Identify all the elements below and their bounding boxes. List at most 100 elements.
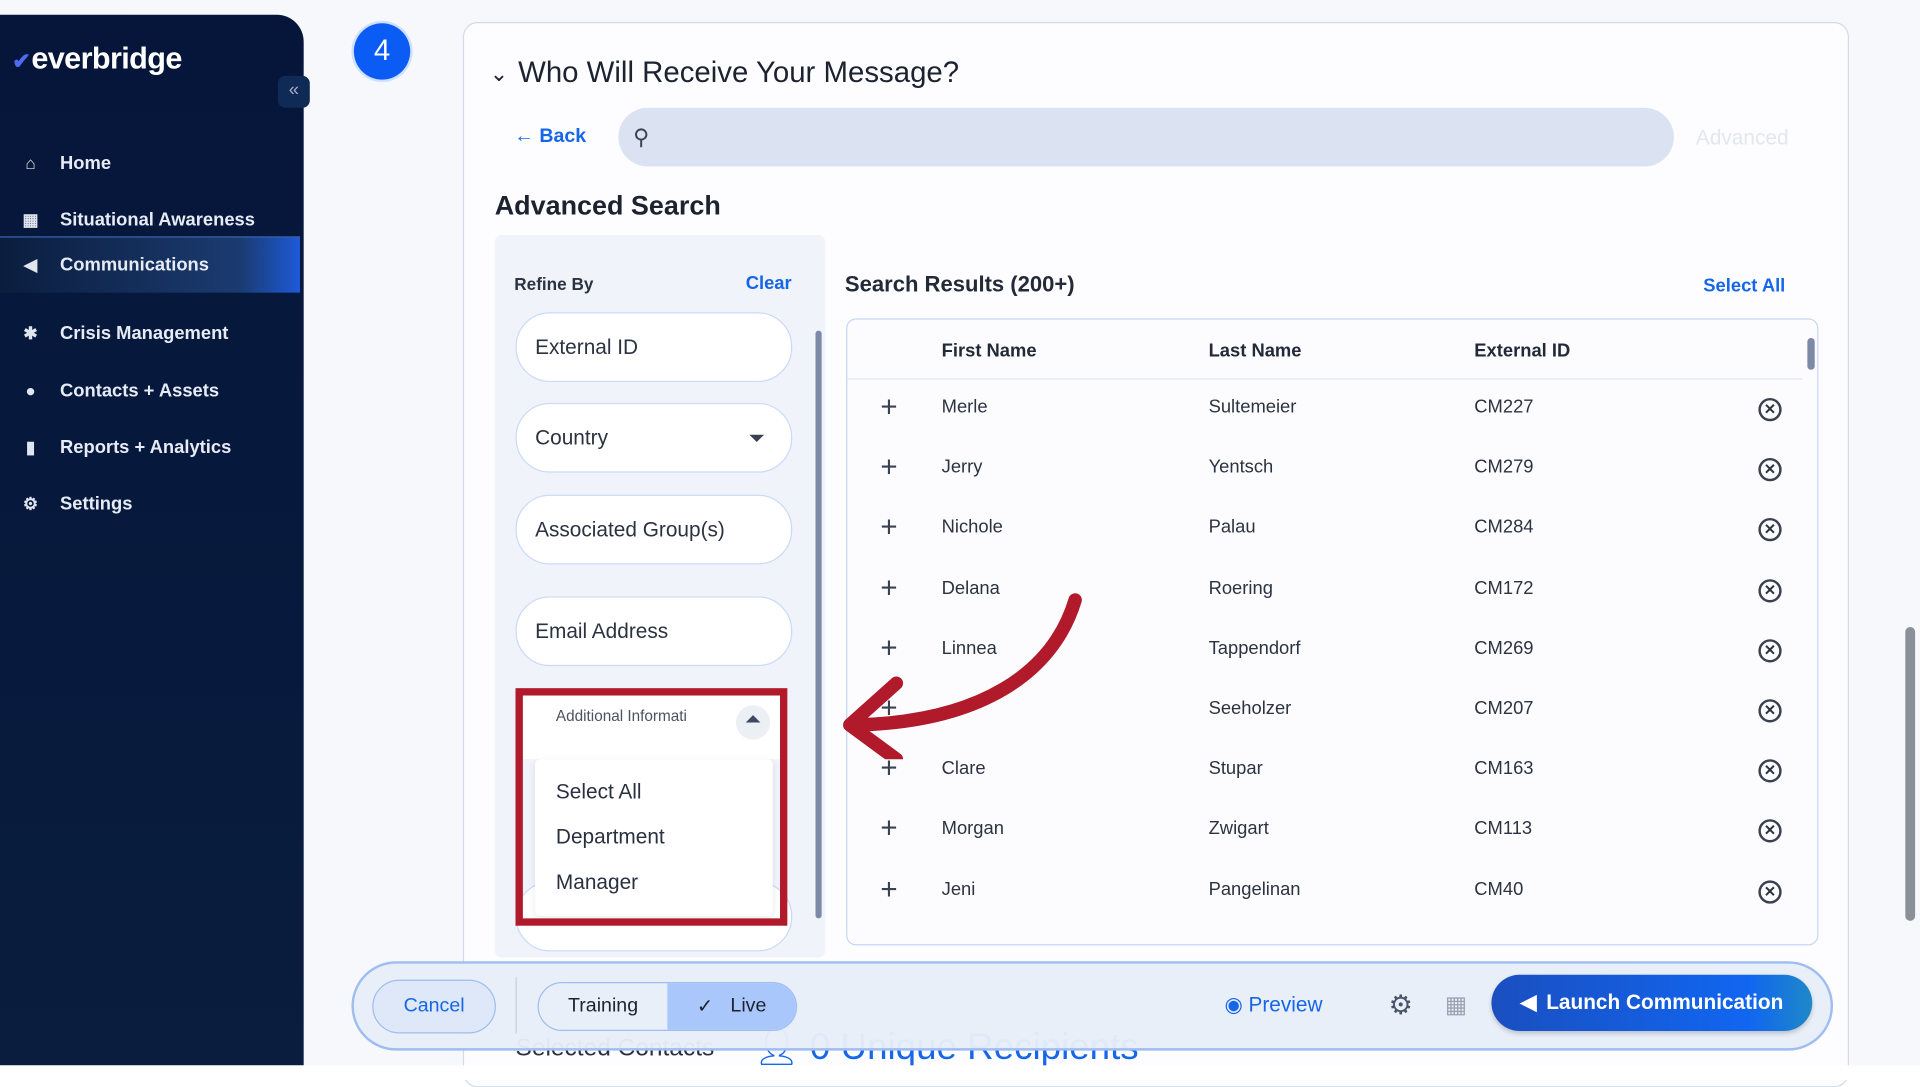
column-external-id: External ID xyxy=(1474,340,1571,362)
page-scrollbar[interactable] xyxy=(1905,626,1916,921)
external-id-cell: CM113 xyxy=(1474,818,1533,840)
search-icon: ⚲ xyxy=(633,124,650,149)
megaphone-icon: ◀ xyxy=(24,254,38,275)
remove-icon[interactable]: ✕ xyxy=(1758,578,1782,602)
external-id-cell: CM163 xyxy=(1474,758,1534,780)
external-id-field[interactable]: External ID xyxy=(515,312,793,383)
first-name-cell: Jerry xyxy=(941,456,983,478)
section-title[interactable]: ⌄ Who Will Receive Your Message? xyxy=(490,56,959,90)
sidebar-item-crisis-management[interactable]: ✱ Crisis Management xyxy=(0,306,300,360)
first-name-cell: Merle xyxy=(941,396,988,418)
add-icon[interactable]: + xyxy=(880,812,897,846)
first-name-cell: Morgan xyxy=(941,818,1004,840)
last-name-cell: Palau xyxy=(1208,517,1256,539)
first-name-cell: Clare xyxy=(941,758,986,780)
add-icon[interactable]: + xyxy=(880,451,897,485)
page-bottom xyxy=(0,1065,1920,1081)
last-name-cell: Sultemeier xyxy=(1208,396,1297,418)
table-scrollbar[interactable] xyxy=(1807,337,1815,370)
training-toggle[interactable]: Training xyxy=(539,983,668,1030)
cancel-button[interactable]: Cancel xyxy=(372,979,496,1034)
gear-icon[interactable]: ⚙ xyxy=(1389,989,1413,1021)
sidebar-item-home[interactable]: ⌂ Home xyxy=(0,136,300,190)
check-icon: ✓ xyxy=(696,996,714,1018)
remove-icon[interactable]: ✕ xyxy=(1758,397,1782,422)
gear-icon: ⚙ xyxy=(22,492,39,513)
country-select[interactable]: Country xyxy=(515,402,793,473)
search-input[interactable] xyxy=(659,126,1674,149)
associated-groups-field[interactable]: Associated Group(s) xyxy=(515,494,793,565)
map-icon: ▦ xyxy=(22,208,39,229)
sidebar-item-settings[interactable]: ⚙ Settings xyxy=(0,476,300,530)
first-name-cell: Nichole xyxy=(941,517,1003,539)
megaphone-icon: ◀ xyxy=(1520,990,1537,1014)
clear-button[interactable]: Clear xyxy=(746,273,792,294)
table-row: + Nichole Palau CM284 ✕ xyxy=(847,500,1802,560)
refine-scrollbar[interactable] xyxy=(815,330,822,919)
eye-icon: ◉ xyxy=(1224,993,1249,1017)
remove-icon[interactable]: ✕ xyxy=(1758,759,1782,783)
remove-icon[interactable]: ✕ xyxy=(1758,638,1782,663)
launch-communication-button[interactable]: ◀ Launch Communication xyxy=(1491,974,1813,1032)
column-first-name: First Name xyxy=(941,340,1037,362)
advanced-link[interactable]: Advanced xyxy=(1696,126,1789,150)
sidebar-item-communications[interactable]: ◀ Communications xyxy=(0,236,301,293)
sidebar-item-reports-analytics[interactable]: ▮ Reports + Analytics xyxy=(0,420,300,474)
external-id-cell: CM279 xyxy=(1474,456,1534,478)
everbridge-logo[interactable]: ✔everbridge xyxy=(12,42,182,78)
chart-icon: ▮ xyxy=(25,436,36,457)
remove-icon[interactable]: ✕ xyxy=(1758,879,1782,904)
refine-by-label: Refine By xyxy=(514,274,594,294)
live-toggle[interactable]: ✓ Live xyxy=(667,983,796,1030)
table-row: + Merle Sultemeier CM227 ✕ xyxy=(847,380,1802,440)
last-name-cell: Tappendorf xyxy=(1208,637,1301,659)
last-name-cell: Pangelinan xyxy=(1208,878,1301,900)
add-icon[interactable]: + xyxy=(880,873,897,907)
external-id-cell: CM284 xyxy=(1474,517,1534,539)
external-id-cell: CM172 xyxy=(1474,577,1534,599)
table-row: + Jerry Yentsch CM279 ✕ xyxy=(847,440,1802,500)
remove-icon[interactable]: ✕ xyxy=(1758,458,1782,482)
calendar-icon[interactable]: ▦ xyxy=(1445,992,1467,1020)
crisis-icon: ✱ xyxy=(23,322,38,343)
location-pin-icon: ● xyxy=(25,380,36,401)
remove-icon[interactable]: ✕ xyxy=(1758,518,1782,542)
collapse-sidebar-button[interactable]: « xyxy=(277,75,310,108)
remove-icon[interactable]: ✕ xyxy=(1758,699,1782,723)
preview-button[interactable]: ◉ Preview xyxy=(1225,993,1323,1017)
app: ✔everbridge « ⌂ Home ▦ Situational Awarene… xyxy=(0,0,1920,1087)
last-name-cell: Yentsch xyxy=(1208,456,1274,478)
external-id-cell: CM207 xyxy=(1474,697,1534,719)
external-id-cell: CM269 xyxy=(1474,637,1534,659)
arrow-left-icon: ← xyxy=(514,126,540,147)
column-last-name: Last Name xyxy=(1208,340,1302,362)
step-badge: 4 xyxy=(353,23,411,80)
sidebar-item-contacts-assets[interactable]: ● Contacts + Assets xyxy=(0,364,300,418)
email-address-field[interactable]: Email Address xyxy=(515,596,793,667)
annotation-arrow xyxy=(843,593,1082,760)
chevron-down-icon: ⌄ xyxy=(489,60,509,86)
external-id-cell: CM227 xyxy=(1474,396,1534,418)
last-name-cell: Seeholzer xyxy=(1208,697,1292,719)
home-icon: ⌂ xyxy=(25,153,36,173)
select-all-button[interactable]: Select All xyxy=(1703,276,1785,297)
last-name-cell: Zwigart xyxy=(1208,818,1269,840)
last-name-cell: Stupar xyxy=(1208,758,1263,780)
first-name-cell: Jeni xyxy=(941,878,976,900)
last-name-cell: Roering xyxy=(1208,577,1273,599)
external-id-cell: CM40 xyxy=(1474,878,1524,900)
search-results-title: Search Results (200+) xyxy=(844,271,1075,297)
sidebar: ✔everbridge « ⌂ Home ▦ Situational Awarene… xyxy=(0,14,310,1066)
back-link[interactable]: ← Back xyxy=(514,126,586,148)
remove-icon[interactable]: ✕ xyxy=(1758,819,1782,843)
advanced-search-heading: Advanced Search xyxy=(494,189,721,221)
add-icon[interactable]: + xyxy=(880,391,897,425)
table-row: + Morgan Zwigart CM113 ✕ xyxy=(847,801,1802,861)
add-icon[interactable]: + xyxy=(880,511,897,545)
table-row: + Jeni Pangelinan CM40 ✕ xyxy=(847,862,1802,922)
caret-down-icon xyxy=(749,434,765,450)
search-bar: ⚲ xyxy=(618,107,1674,167)
divider xyxy=(515,977,517,1034)
mode-toggle: Training ✓ Live xyxy=(537,982,798,1032)
annotation-highlight-box xyxy=(515,688,788,926)
